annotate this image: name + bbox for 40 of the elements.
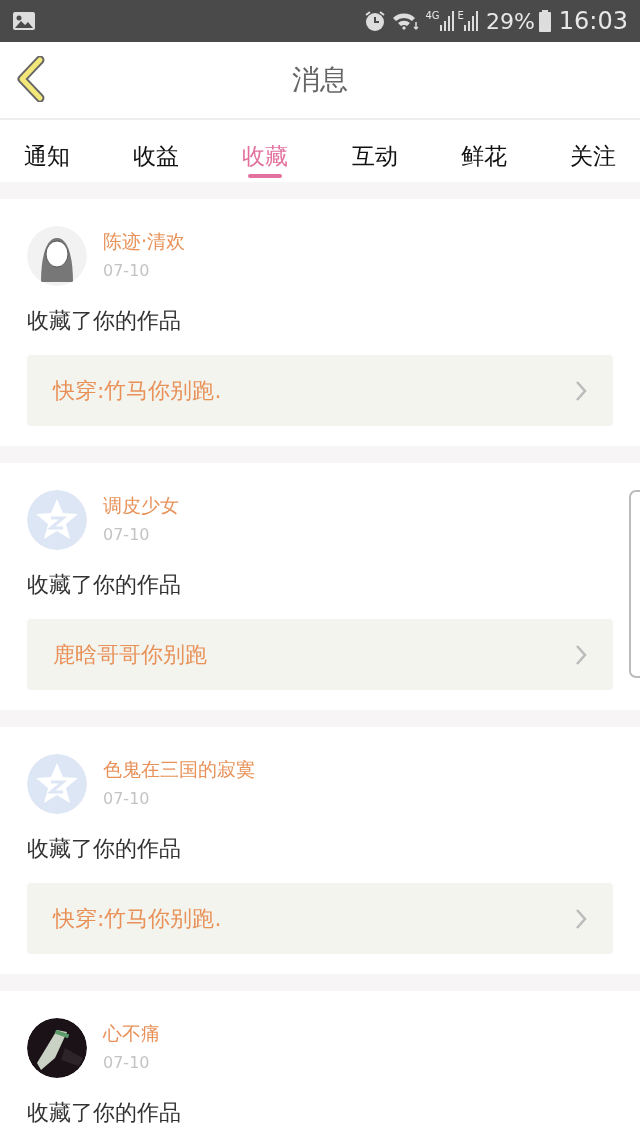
tab[interactable]: 互动 [351, 120, 398, 182]
work-link[interactable]: 快穿:竹马你别跑. [27, 355, 613, 426]
tab[interactable]: 关注 [569, 120, 616, 182]
avatar-drawing [27, 226, 87, 286]
work-link[interactable]: 快穿:竹马你别跑. [27, 883, 613, 954]
edge-handle[interactable] [628, 490, 640, 678]
user-name[interactable]: 调皮少女 [103, 494, 179, 517]
message-date: 07-10 [103, 259, 151, 282]
signal-icon [463, 11, 478, 31]
tab[interactable]: 收藏 [242, 120, 289, 182]
battery-icon [538, 10, 551, 32]
default-avatar-icon [27, 754, 87, 814]
user-name[interactable]: 心不痛 [103, 1022, 160, 1045]
page-title: 消息 [292, 62, 348, 98]
message-text: 收藏了你的作品 [27, 835, 182, 863]
message-text: 收藏了你的作品 [27, 1099, 182, 1127]
work-title: 快穿:竹马你别跑. [53, 905, 222, 933]
tab[interactable]: 收益 [133, 120, 180, 182]
battery-percent: 29% [485, 7, 535, 36]
default-avatar-icon [27, 490, 87, 550]
message-text: 收藏了你的作品 [27, 307, 182, 335]
work-title: 鹿晗哥哥你别跑 [53, 641, 207, 669]
chevron-right-icon [575, 907, 587, 930]
message-date: 07-10 [103, 1051, 151, 1074]
message-text: 收藏了你的作品 [27, 571, 182, 599]
network-label: 4G [425, 11, 440, 21]
message-date: 07-10 [103, 523, 151, 546]
message-date: 07-10 [103, 787, 151, 810]
signal-icon [439, 11, 454, 31]
work-title: 快穿:竹马你别跑. [53, 377, 222, 405]
network-label: E [457, 11, 464, 21]
chevron-right-icon [575, 643, 587, 666]
gallery-icon [12, 11, 36, 31]
user-name[interactable]: 色鬼在三国的寂寞 [103, 758, 255, 781]
user-name[interactable]: 陈迹·清欢 [103, 230, 186, 253]
clock-time: 16:03 [558, 6, 628, 37]
chevron-right-icon [575, 379, 587, 402]
tab[interactable]: 通知 [24, 120, 70, 182]
work-link[interactable]: 鹿晗哥哥你别跑 [27, 619, 613, 690]
tab[interactable]: 鲜花 [460, 120, 507, 182]
